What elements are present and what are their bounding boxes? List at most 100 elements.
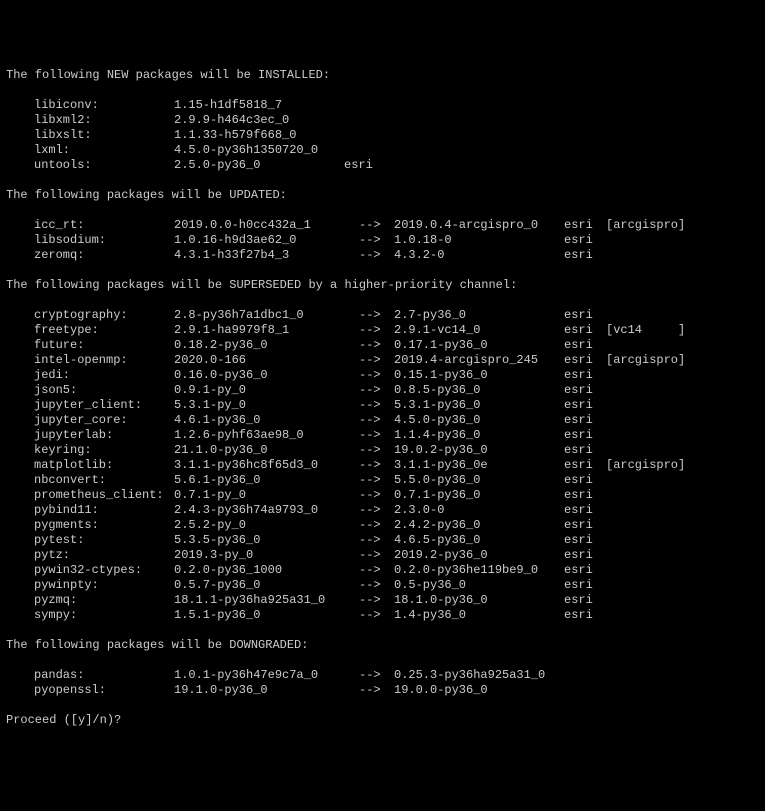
package-name: icc_rt: (34, 218, 174, 233)
package-repo: esri (344, 158, 373, 173)
package-name: freetype: (34, 323, 174, 338)
package-new-version: 0.5-py36_0 (394, 578, 564, 593)
indent (6, 323, 34, 338)
package-repo: esri (564, 428, 606, 443)
package-name: libiconv: (34, 98, 174, 113)
package-extra: [vc14 ] (606, 323, 685, 338)
package-name: pytest: (34, 533, 174, 548)
package-new-version: 0.15.1-py36_0 (394, 368, 564, 383)
package-row: untools:2.5.0-py36_0esri (6, 158, 759, 173)
package-name: libxslt: (34, 128, 174, 143)
package-new-version: 5.3.1-py36_0 (394, 398, 564, 413)
package-name: pyzmq: (34, 593, 174, 608)
package-old-version: 0.7.1-py_0 (174, 488, 359, 503)
arrow-icon: --> (359, 308, 394, 323)
indent (6, 518, 34, 533)
package-version: 2.9.9-h464c3ec_0 (174, 113, 344, 128)
package-row: intel-openmp:2020.0-166-->2019.4-arcgisp… (6, 353, 759, 368)
arrow-icon: --> (359, 368, 394, 383)
indent (6, 578, 34, 593)
package-row: jupyter_core:4.6.1-py36_0-->4.5.0-py36_0… (6, 413, 759, 428)
package-name: future: (34, 338, 174, 353)
package-name: intel-openmp: (34, 353, 174, 368)
indent (6, 128, 34, 143)
package-new-version: 2.4.2-py36_0 (394, 518, 564, 533)
indent (6, 158, 34, 173)
indent (6, 668, 34, 683)
indent (6, 98, 34, 113)
package-new-version: 1.1.4-py36_0 (394, 428, 564, 443)
package-repo: esri (564, 473, 606, 488)
package-repo: esri (564, 338, 606, 353)
package-extra: [arcgispro] (606, 353, 685, 368)
package-row: jedi:0.16.0-py36_0-->0.15.1-py36_0esri (6, 368, 759, 383)
package-name: libxml2: (34, 113, 174, 128)
package-extra: [arcgispro] (606, 458, 685, 473)
package-old-version: 3.1.1-py36hc8f65d3_0 (174, 458, 359, 473)
package-row: pyzmq:18.1.1-py36ha925a31_0-->18.1.0-py3… (6, 593, 759, 608)
indent (6, 143, 34, 158)
package-repo: esri (564, 248, 606, 263)
indent (6, 683, 34, 698)
package-old-version: 18.1.1-py36ha925a31_0 (174, 593, 359, 608)
package-repo: esri (564, 398, 606, 413)
package-repo: esri (564, 218, 606, 233)
package-new-version: 1.4-py36_0 (394, 608, 564, 623)
indent (6, 533, 34, 548)
package-extra: [arcgispro] (606, 218, 685, 233)
package-old-version: 2019.0.0-h0cc432a_1 (174, 218, 359, 233)
indent (6, 548, 34, 563)
package-old-version: 5.3.5-py36_0 (174, 533, 359, 548)
arrow-icon: --> (359, 488, 394, 503)
indent (6, 413, 34, 428)
package-row: jupyter_client:5.3.1-py_0-->5.3.1-py36_0… (6, 398, 759, 413)
package-old-version: 5.6.1-py36_0 (174, 473, 359, 488)
package-old-version: 2019.3-py_0 (174, 548, 359, 563)
arrow-icon: --> (359, 443, 394, 458)
package-new-version: 0.25.3-py36ha925a31_0 (394, 668, 564, 683)
package-name: sympy: (34, 608, 174, 623)
arrow-icon: --> (359, 218, 394, 233)
package-old-version: 2.8-py36h7a1dbc1_0 (174, 308, 359, 323)
package-repo: esri (564, 353, 606, 368)
arrow-icon: --> (359, 503, 394, 518)
indent (6, 428, 34, 443)
arrow-icon: --> (359, 518, 394, 533)
arrow-icon: --> (359, 533, 394, 548)
package-repo (564, 683, 606, 698)
package-version: 4.5.0-py36h1350720_0 (174, 143, 344, 158)
package-new-version: 4.6.5-py36_0 (394, 533, 564, 548)
package-new-version: 0.8.5-py36_0 (394, 383, 564, 398)
package-repo: esri (564, 563, 606, 578)
arrow-icon: --> (359, 338, 394, 353)
arrow-icon: --> (359, 473, 394, 488)
package-name: untools: (34, 158, 174, 173)
proceed-prompt[interactable]: Proceed ([y]/n)? (6, 713, 759, 728)
package-repo: esri (564, 548, 606, 563)
package-old-version: 4.6.1-py36_0 (174, 413, 359, 428)
package-row: jupyterlab:1.2.6-pyhf63ae98_0-->1.1.4-py… (6, 428, 759, 443)
package-repo: esri (564, 458, 606, 473)
package-repo: esri (564, 233, 606, 248)
package-row: pyopenssl:19.1.0-py36_0-->19.0.0-py36_0 (6, 683, 759, 698)
indent (6, 353, 34, 368)
arrow-icon: --> (359, 578, 394, 593)
indent (6, 593, 34, 608)
package-old-version: 0.18.2-py36_0 (174, 338, 359, 353)
package-new-version: 5.5.0-py36_0 (394, 473, 564, 488)
package-repo: esri (564, 383, 606, 398)
arrow-icon: --> (359, 683, 394, 698)
indent (6, 233, 34, 248)
package-row: pywinpty:0.5.7-py36_0-->0.5-py36_0esri (6, 578, 759, 593)
package-row: zeromq:4.3.1-h33f27b4_3-->4.3.2-0esri (6, 248, 759, 263)
package-repo: esri (564, 413, 606, 428)
package-row: pywin32-ctypes:0.2.0-py36_1000-->0.2.0-p… (6, 563, 759, 578)
package-name: pywin32-ctypes: (34, 563, 174, 578)
package-name: pygments: (34, 518, 174, 533)
arrow-icon: --> (359, 353, 394, 368)
package-name: json5: (34, 383, 174, 398)
arrow-icon: --> (359, 668, 394, 683)
indent (6, 368, 34, 383)
package-row: libsodium:1.0.16-h9d3ae62_0-->1.0.18-0es… (6, 233, 759, 248)
package-new-version: 2019.2-py36_0 (394, 548, 564, 563)
